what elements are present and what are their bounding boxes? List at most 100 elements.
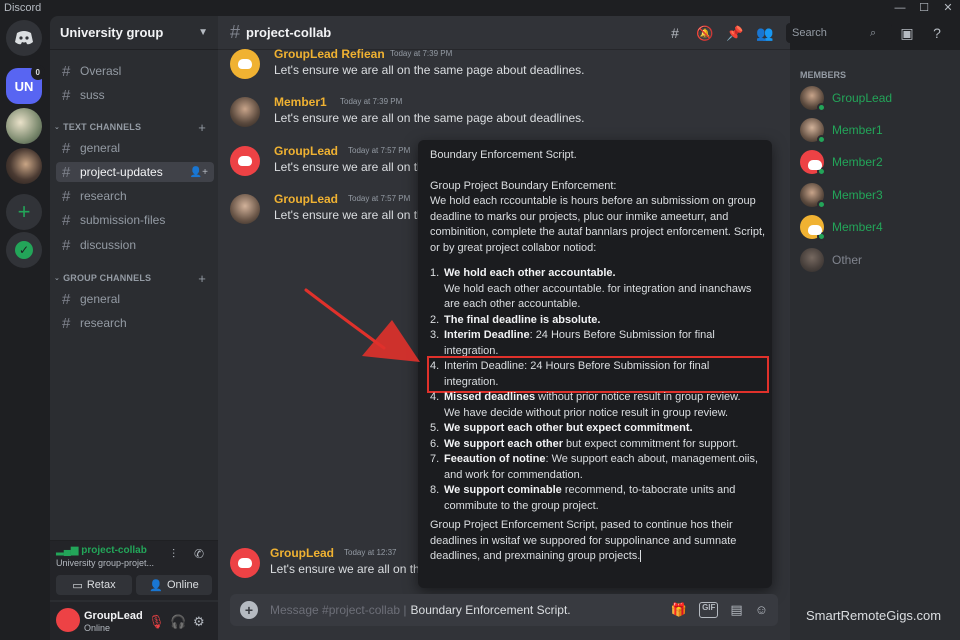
threads-icon[interactable]: #: [660, 25, 690, 41]
avatar[interactable]: [230, 548, 260, 578]
member-item[interactable]: Member2: [800, 148, 950, 176]
avatar[interactable]: [230, 97, 260, 127]
search-box[interactable]: ⌕: [786, 23, 892, 43]
message-author[interactable]: GroupLead Refiean: [274, 47, 385, 61]
sticker-icon[interactable]: ▤: [730, 602, 742, 618]
script-title: Boundary Enforcement Script.: [430, 149, 577, 161]
category-text-channels[interactable]: ⌄ TEXT CHANNELS +: [54, 120, 214, 135]
caret-down-icon: ⌄: [54, 124, 61, 131]
headphones-icon[interactable]: 🎧: [170, 614, 186, 630]
hash-icon: #: [62, 163, 71, 181]
online-button[interactable]: 👤 Online: [136, 575, 212, 595]
retax-button[interactable]: ▭ Retax: [56, 575, 132, 595]
server-university-group[interactable]: UN 0: [6, 65, 45, 104]
app-title: Discord: [4, 2, 42, 14]
avatar[interactable]: [230, 194, 260, 224]
category-group-channels[interactable]: ⌄ GROUP CHANNELS +: [54, 271, 214, 286]
hash-icon: #: [62, 187, 71, 205]
message-author[interactable]: GroupLead: [270, 546, 334, 560]
add-server-icon[interactable]: +: [6, 194, 42, 230]
message-text: Let's ensure we are all on the: [274, 160, 431, 174]
minimize-icon[interactable]: —: [888, 0, 912, 16]
inbox-icon[interactable]: ▣: [892, 25, 922, 42]
gear-icon[interactable]: ⚙: [193, 614, 205, 630]
add-channel-icon[interactable]: +: [198, 271, 206, 286]
status-online-indicator: [817, 167, 826, 176]
mute-notifications-icon[interactable]: 🔕: [690, 25, 720, 42]
waveform-icon[interactable]: ⫶: [172, 547, 175, 562]
discord-home-icon[interactable]: [6, 20, 42, 56]
channel-item[interactable]: # discussion: [56, 235, 214, 255]
search-input[interactable]: [792, 27, 870, 39]
script-list: 1. We hold each other accountable. We hold…: [427, 266, 769, 514]
message-timestamp: Today at 12:37: [344, 548, 397, 557]
script-outro-text: Group Project Enforcement Script, pased …: [430, 519, 737, 562]
member-item[interactable]: GroupLead: [800, 84, 950, 112]
channel-item-active[interactable]: # project-updates 👤+: [56, 162, 214, 182]
member-item-offline[interactable]: Other: [800, 246, 950, 274]
members-list-icon[interactable]: 👥: [750, 25, 780, 42]
pin-icon[interactable]: 📌: [720, 25, 750, 42]
explore-servers-icon[interactable]: ✓: [6, 232, 42, 268]
gift-icon[interactable]: 🎁: [671, 602, 687, 618]
avatar[interactable]: [56, 608, 80, 632]
server-badge: 0: [30, 65, 45, 80]
add-attachment-icon[interactable]: +: [240, 601, 258, 619]
hash-icon: #: [62, 290, 71, 308]
item-text: without prior notice result in group rev…: [535, 391, 741, 403]
status-online-indicator: [817, 103, 826, 112]
item-number: 4.: [430, 391, 440, 403]
avatar[interactable]: [230, 49, 260, 79]
channel-item[interactable]: # submission-files: [56, 210, 214, 230]
composer-input[interactable]: Boundary Enforcement Script.: [411, 603, 571, 617]
channel-item[interactable]: # suss: [56, 85, 214, 105]
channel-label: Overasl: [80, 64, 122, 78]
server-icon-image[interactable]: [6, 108, 42, 144]
help-icon[interactable]: ?: [922, 25, 952, 41]
channel-item[interactable]: # Overasl: [56, 61, 214, 81]
message[interactable]: GroupLead Refiean Today at 7:39 PM Let's…: [230, 47, 770, 91]
message-author[interactable]: Member1: [274, 95, 327, 109]
caret-down-icon: ⌄: [54, 275, 61, 282]
item-bold: We support each other but expect commitm…: [444, 422, 693, 434]
member-item[interactable]: Member1: [800, 116, 950, 144]
mic-muted-icon[interactable]: 🎙: [148, 614, 165, 630]
script-heading: Group Project Boundary Enforcement:: [430, 180, 617, 192]
item-text: but expect commitment for support.: [562, 437, 739, 450]
user-name: GroupLead: [84, 610, 143, 622]
emoji-icon[interactable]: ☺: [755, 602, 768, 618]
member-item[interactable]: Member3: [800, 181, 950, 209]
script-item: 1. We hold each other accountable. We hold…: [430, 266, 766, 313]
server-initials: UN: [14, 78, 34, 94]
channel-item[interactable]: # general: [56, 138, 214, 158]
item-bold: Interim Deadline: [444, 329, 530, 341]
message[interactable]: Member1 Today at 7:39 PM Let's ensure we…: [230, 95, 770, 139]
maximize-icon[interactable]: ☐: [912, 0, 936, 16]
user-panel: GroupLead Online 🎙 🎧 ⚙: [50, 602, 218, 640]
script-item: 2. The final deadline is absolute.: [430, 313, 766, 329]
gif-icon[interactable]: GIF: [699, 602, 719, 618]
add-member-icon[interactable]: 👤+: [190, 167, 208, 178]
channel-item[interactable]: # research: [56, 186, 214, 206]
voice-channel-label: project-collab: [81, 545, 147, 556]
channel-item[interactable]: # general: [56, 289, 214, 309]
channel-label: general: [80, 141, 121, 155]
channel-item[interactable]: # research: [56, 313, 214, 333]
message-author[interactable]: GroupLead: [274, 192, 338, 206]
guild-header[interactable]: University group ▼: [50, 16, 218, 50]
script-item: 6. We support each other but expect commi…: [430, 437, 766, 453]
message-author[interactable]: GroupLead: [274, 144, 338, 158]
channel-label: suss: [80, 88, 105, 102]
add-channel-icon[interactable]: +: [198, 120, 206, 135]
disconnect-call-icon[interactable]: ✆: [194, 547, 204, 561]
title-bar: Discord — ☐ ✕: [0, 0, 960, 16]
close-icon[interactable]: ✕: [936, 0, 960, 16]
member-name: Member4: [832, 220, 883, 234]
member-name: Member3: [832, 188, 883, 202]
member-item[interactable]: Member4: [800, 213, 950, 241]
online-label: Online: [166, 579, 199, 591]
avatar[interactable]: [230, 146, 260, 176]
message-timestamp: Today at 7:39 PM: [390, 49, 453, 58]
message-composer[interactable]: + Message #project-collab | Boundary Enf…: [230, 594, 778, 626]
server-icon-image[interactable]: [6, 148, 42, 184]
